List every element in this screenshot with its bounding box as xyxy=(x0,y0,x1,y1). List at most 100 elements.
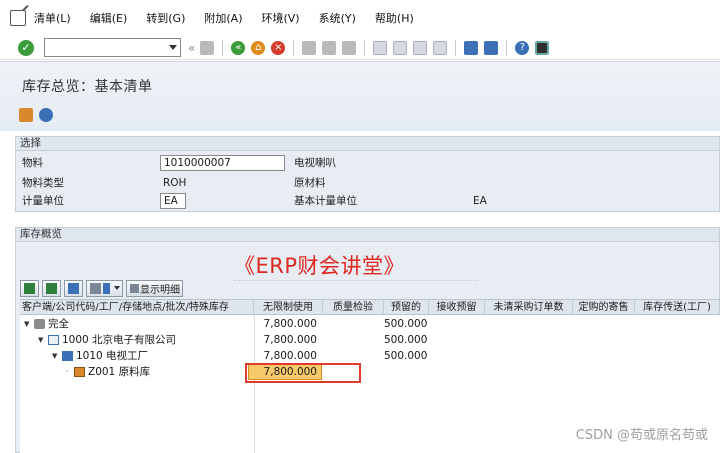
collapse-icon xyxy=(46,282,57,294)
column-header-reserved[interactable]: 预留的 xyxy=(384,300,429,315)
menu-item-extras[interactable]: 附加(A) xyxy=(204,10,242,26)
total-node-icon xyxy=(34,319,45,329)
cell-reserved xyxy=(384,364,429,380)
menu-item-help[interactable]: 帮助(H) xyxy=(375,10,414,26)
selection-group: 选择 物料 1010000007 电视喇叭 物料类型 ROH 原材料 计量单位 … xyxy=(15,136,720,212)
column-header-hierarchy[interactable]: 客户端/公司代码/工厂/存储地点/批次/特殊库存 xyxy=(20,300,254,315)
print-icon[interactable] xyxy=(302,40,317,55)
uom-label: 计量单位 xyxy=(22,195,64,207)
collapse-icon[interactable]: « xyxy=(188,41,195,55)
overview-toolbar: 显示明细 xyxy=(20,278,186,298)
prev-page-icon[interactable] xyxy=(393,40,408,55)
material-type-label: 物料类型 xyxy=(22,177,64,189)
find-button[interactable] xyxy=(64,279,83,297)
cancel-icon[interactable]: × xyxy=(271,40,286,55)
menu-bar: 清单(L) 编辑(E) 转到(G) 附加(A) 环境(V) 系统(Y) 帮助(H… xyxy=(0,0,720,36)
material-type-value: ROH xyxy=(163,177,187,189)
row-label: 1010 电视工厂 xyxy=(76,350,149,362)
material-description: 电视喇叭 xyxy=(294,157,336,169)
column-header-stock-transfer[interactable]: 库存传送(工厂) xyxy=(635,300,720,315)
help-icon[interactable]: ? xyxy=(515,40,530,55)
menu-edit-icon[interactable] xyxy=(10,10,26,26)
chevron-down-icon xyxy=(114,286,120,290)
enter-icon[interactable]: ✓ xyxy=(18,39,34,56)
watermark-text: 《ERP财会讲堂》 xyxy=(234,254,406,278)
new-session-icon[interactable] xyxy=(464,40,479,55)
cell-reserved: 500.000 xyxy=(384,334,428,346)
stock-overview-group: 库存概览 《ERP财会讲堂》 显示明细 客户端/公司代码/工厂/存储地点/批次/… xyxy=(15,227,720,453)
material-label: 物料 xyxy=(22,157,43,169)
menu-item-edit[interactable]: 编辑(E) xyxy=(90,10,128,26)
material-type-description: 原材料 xyxy=(294,177,326,189)
column-header-open-po[interactable]: 未清采购订单数 xyxy=(485,300,573,315)
expand-icon xyxy=(24,282,35,294)
layout-variant-icon xyxy=(103,282,110,294)
application-toolbar xyxy=(19,108,59,122)
cell-reserved: 500.000 xyxy=(384,350,428,362)
annotation-red-box xyxy=(245,363,361,383)
first-page-icon[interactable] xyxy=(373,40,388,55)
command-field[interactable] xyxy=(44,38,181,57)
show-details-button[interactable]: 显示明细 xyxy=(126,279,183,297)
tree-row-total[interactable]: ▼ 完全 7,800.000 500.000 xyxy=(20,316,720,332)
column-header-receipt-reservation[interactable]: 接收预留 xyxy=(429,300,485,315)
refresh-icon[interactable] xyxy=(39,108,53,122)
expand-toggle-icon[interactable]: ▼ xyxy=(38,332,43,348)
copy-icon[interactable] xyxy=(19,108,33,122)
row-label: Z001 原料库 xyxy=(88,366,151,378)
watermark-underline xyxy=(234,280,478,281)
uom-row: 计量单位 EA 基本计量单位 EA xyxy=(16,193,719,209)
find-next-icon[interactable] xyxy=(342,40,357,55)
tree-row-storage-location[interactable]: · Z001 原料库 7,800.000 xyxy=(20,364,720,380)
toolbar-separator xyxy=(455,39,457,56)
column-header-ordered-consignment[interactable]: 定购的寄售 xyxy=(573,300,635,315)
leaf-bullet-icon: · xyxy=(66,367,69,376)
next-page-icon[interactable] xyxy=(413,40,428,55)
cell-reserved: 500.000 xyxy=(384,318,428,330)
show-details-label: 显示明细 xyxy=(140,284,180,296)
material-type-row: 物料类型 ROH 原材料 xyxy=(16,175,719,191)
standard-toolbar: ✓ « « ⌂ × ? xyxy=(0,36,720,60)
cell-unrestricted: 7,800.000 xyxy=(263,318,317,330)
exit-icon[interactable]: ⌂ xyxy=(251,40,266,55)
menu-item-goto[interactable]: 转到(G) xyxy=(146,10,185,26)
storage-location-icon xyxy=(74,367,85,377)
expand-toggle-icon[interactable]: ▼ xyxy=(52,348,57,364)
menu-item-system[interactable]: 系统(Y) xyxy=(319,10,356,26)
material-field[interactable]: 1010000007 xyxy=(160,155,285,171)
cell-unrestricted: 7,800.000 xyxy=(263,334,317,346)
expand-toggle-icon[interactable]: ▼ xyxy=(24,316,29,332)
command-dropdown-icon[interactable] xyxy=(169,45,177,50)
layout-button[interactable] xyxy=(86,279,123,297)
grid-header: 客户端/公司代码/工厂/存储地点/批次/特殊库存 无限制使用 质量检验 预留的 … xyxy=(20,299,720,315)
toolbar-separator xyxy=(293,39,295,56)
cell-unrestricted: 7,800.000 xyxy=(263,350,317,362)
binoculars-icon xyxy=(68,282,79,294)
find-icon[interactable] xyxy=(322,40,337,55)
shortcut-icon[interactable] xyxy=(484,40,499,55)
expand-all-button[interactable] xyxy=(20,279,39,297)
base-uom-value: EA xyxy=(473,195,487,207)
last-page-icon[interactable] xyxy=(433,40,448,55)
toolbar-separator xyxy=(364,39,366,56)
title-area: 库存总览：基本清单 xyxy=(0,61,720,131)
column-header-unrestricted[interactable]: 无限制使用 xyxy=(254,300,323,315)
toolbar-separator xyxy=(506,39,508,56)
toolbar-separator xyxy=(222,39,224,56)
row-label: 1000 北京电子有限公司 xyxy=(62,334,177,346)
menu-item-list[interactable]: 清单(L) xyxy=(34,10,71,26)
base-uom-label: 基本计量单位 xyxy=(294,195,357,207)
overview-header: 库存概览 xyxy=(16,228,719,242)
save-icon[interactable] xyxy=(200,40,215,55)
tree-row-company[interactable]: ▼ 1000 北京电子有限公司 7,800.000 500.000 xyxy=(20,332,720,348)
column-header-quality-inspection[interactable]: 质量检验 xyxy=(323,300,384,315)
customize-layout-icon[interactable] xyxy=(535,40,550,55)
collapse-all-button[interactable] xyxy=(42,279,61,297)
csdn-watermark: CSDN @苟或原名苟或 xyxy=(575,428,708,443)
menu-item-environment[interactable]: 环境(V) xyxy=(261,10,299,26)
uom-field[interactable]: EA xyxy=(160,193,186,209)
back-icon[interactable]: « xyxy=(231,40,246,55)
row-label: 完全 xyxy=(48,318,69,330)
plant-node-icon xyxy=(62,351,73,361)
tree-row-plant[interactable]: ▼ 1010 电视工厂 7,800.000 500.000 xyxy=(20,348,720,364)
